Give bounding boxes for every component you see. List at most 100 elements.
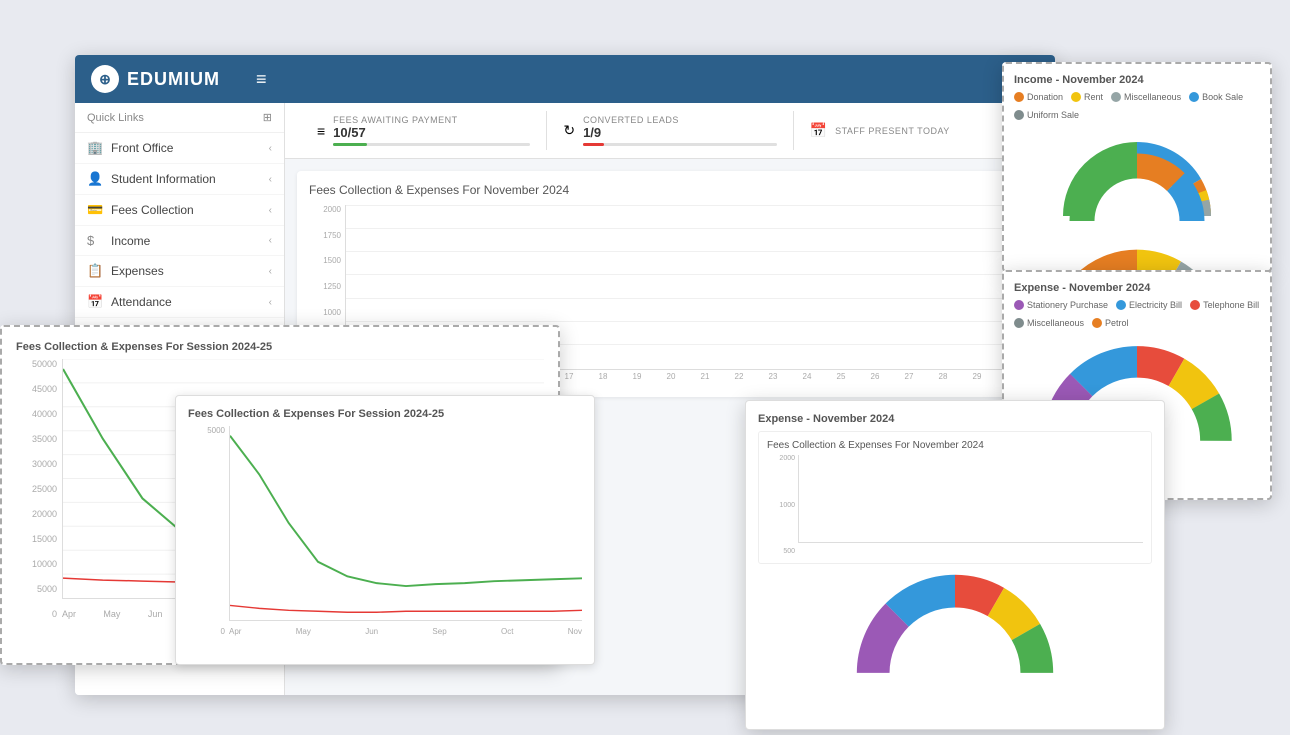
sidebar-item-front-office[interactable]: 🏢 Front Office ‹ — [75, 133, 284, 164]
arrow-icon: ‹ — [269, 143, 272, 154]
income-label: Income — [111, 234, 150, 248]
sy-35000: 35000 — [16, 434, 61, 444]
hamburger-icon[interactable]: ≡ — [256, 69, 267, 90]
income-donut-chart — [1057, 126, 1217, 256]
legend-rent: Rent — [1071, 92, 1103, 102]
x-label-23: 23 — [757, 372, 789, 381]
oy-5000: 5000 — [188, 426, 228, 435]
sidebar-item-attendance[interactable]: 📅 Attendance ‹ — [75, 287, 284, 318]
legend-label-electricity: Electricity Bill — [1129, 300, 1182, 310]
fees-awaiting-label: FEES AWAITING PAYMENT — [333, 115, 530, 125]
session-chart-title: Fees Collection & Expenses For Session 2… — [16, 341, 544, 353]
student-info-icon: 👤 — [87, 171, 103, 187]
session-overlap-title: Fees Collection & Expenses For Session 2… — [188, 408, 582, 420]
sidebar-item-student-info[interactable]: 👤 Student Information ‹ — [75, 164, 284, 195]
staff-info: STAFF PRESENT TODAY — [835, 126, 1023, 136]
leads-bar — [583, 143, 604, 146]
x-label-18: 18 — [587, 372, 619, 381]
expense-donut-title: Expense - November 2024 — [1014, 282, 1260, 294]
sidebar-item-income[interactable]: $ Income ‹ — [75, 226, 284, 256]
iy-1000: 1000 — [767, 502, 797, 509]
overlap-svg — [230, 426, 582, 620]
legend-label-rent: Rent — [1084, 92, 1103, 102]
y-label-1500: 1500 — [309, 256, 344, 265]
sy-5000: 5000 — [16, 584, 61, 594]
logo-area: ⊕ EDUMIUM — [91, 65, 220, 93]
sy-40000: 40000 — [16, 409, 61, 419]
fees-awaiting-value: 10/57 — [333, 125, 530, 140]
sy-50000: 50000 — [16, 359, 61, 369]
legend-dot-telephone — [1190, 300, 1200, 310]
ox-apr: Apr — [229, 627, 241, 636]
fees-awaiting-info: FEES AWAITING PAYMENT 10/57 — [333, 115, 530, 146]
x-label-25: 25 — [825, 372, 857, 381]
y-label-2000: 2000 — [309, 205, 344, 214]
sx-jun: Jun — [148, 609, 163, 619]
topbar: ⊕ EDUMIUM ≡ — [75, 55, 1055, 103]
staff-icon: 📅 — [810, 122, 827, 139]
ox-oct: Oct — [501, 627, 513, 636]
inner-bar-area: 2000 1000 500 — [767, 455, 1143, 555]
legend-telephone: Telephone Bill — [1190, 300, 1259, 310]
staff-label: STAFF PRESENT TODAY — [835, 126, 1023, 136]
x-label-22: 22 — [723, 372, 755, 381]
app-name: EDUMIUM — [127, 69, 220, 90]
leads-icon: ↻ — [563, 122, 575, 139]
expenses-icon: 📋 — [87, 263, 103, 279]
expense-nov-title: Expense - November 2024 — [758, 413, 1152, 425]
x-label-24: 24 — [791, 372, 823, 381]
leads-value: 1/9 — [583, 125, 777, 140]
fees-label: Fees Collection — [111, 203, 194, 217]
legend-dot-rent — [1071, 92, 1081, 102]
session-chart-overlap: Fees Collection & Expenses For Session 2… — [175, 395, 595, 665]
fees-awaiting-progress — [333, 143, 530, 146]
main-chart-title: Fees Collection & Expenses For November … — [309, 183, 1031, 197]
session-overlap-chart: 5000 0 Apr May Jun Sep Oct Nov — [188, 426, 582, 636]
legend-dot-stationery — [1014, 300, 1024, 310]
inner-chart-title: Fees Collection & Expenses For November … — [767, 440, 1143, 451]
iy-500: 500 — [767, 548, 797, 555]
sy-30000: 30000 — [16, 459, 61, 469]
income-panel-title: Income - November 2024 — [1014, 74, 1260, 86]
arrow-icon: ‹ — [269, 235, 272, 246]
legend-label-petrol: Petrol — [1105, 318, 1129, 328]
ox-nov: Nov — [568, 627, 582, 636]
arrow-icon: ‹ — [269, 266, 272, 277]
legend-label-telephone: Telephone Bill — [1203, 300, 1259, 310]
legend-uniform: Uniform Sale — [1014, 110, 1079, 120]
expense-nov-donut — [855, 572, 1055, 692]
legend-dot-donation — [1014, 92, 1024, 102]
grid-icon: ⊞ — [263, 111, 272, 124]
x-label-26: 26 — [859, 372, 891, 381]
legend-label-stationery: Stationery Purchase — [1027, 300, 1108, 310]
stat-converted-leads: ↻ CONVERTED LEADS 1/9 — [547, 111, 793, 150]
fees-icon: 💳 — [87, 202, 103, 218]
arrow-icon: ‹ — [269, 205, 272, 216]
legend-label-misc-exp: Miscellaneous — [1027, 318, 1084, 328]
stats-bar: ≡ FEES AWAITING PAYMENT 10/57 ↻ CONVERTE… — [285, 103, 1055, 159]
y-label-1000: 1000 — [309, 308, 344, 317]
ox-may: May — [296, 627, 311, 636]
legend-misc: Miscellaneous — [1111, 92, 1181, 102]
sy-10000: 10000 — [16, 559, 61, 569]
leads-progress — [583, 143, 777, 146]
expense-nov-inner-chart: Fees Collection & Expenses For November … — [758, 431, 1152, 564]
legend-book: Book Sale — [1189, 92, 1243, 102]
logo-icon: ⊕ — [91, 65, 119, 93]
sidebar-item-fees-collection[interactable]: 💳 Fees Collection ‹ — [75, 195, 284, 226]
legend-dot-uniform — [1014, 110, 1024, 120]
x-label-21: 21 — [689, 372, 721, 381]
y-label-1750: 1750 — [309, 231, 344, 240]
legend-label-misc: Miscellaneous — [1124, 92, 1181, 102]
x-label-28: 28 — [927, 372, 959, 381]
legend-label-uniform: Uniform Sale — [1027, 110, 1079, 120]
attendance-label: Attendance — [111, 295, 172, 309]
leads-label: CONVERTED LEADS — [583, 115, 777, 125]
sy-20000: 20000 — [16, 509, 61, 519]
iy-2000: 2000 — [767, 455, 797, 462]
x-label-29: 29 — [961, 372, 993, 381]
ox-sep: Sep — [432, 627, 446, 636]
legend-donation: Donation — [1014, 92, 1063, 102]
sidebar-item-expenses[interactable]: 📋 Expenses ‹ — [75, 256, 284, 287]
x-label-20: 20 — [655, 372, 687, 381]
